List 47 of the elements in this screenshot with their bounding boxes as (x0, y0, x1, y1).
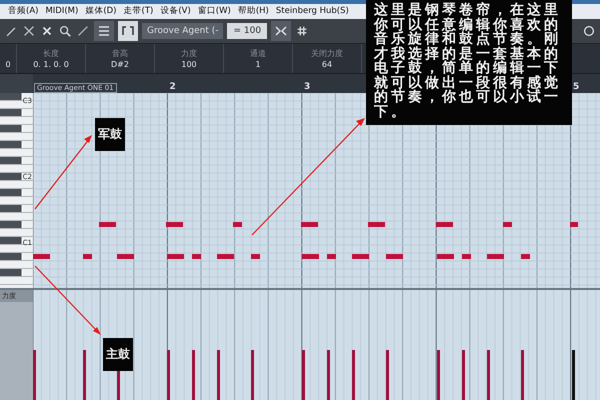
piano-key[interactable] (0, 205, 33, 213)
info-value[interactable]: 1 (255, 60, 261, 69)
info-value[interactable]: 0 (5, 60, 11, 69)
menu-item[interactable]: 窗口(W) (198, 5, 231, 18)
bar-number: 3 (304, 82, 310, 92)
piano-key[interactable] (0, 173, 33, 181)
line-icon[interactable] (76, 24, 90, 38)
info-label: 关闭力度 (311, 48, 343, 58)
piano-key[interactable] (0, 125, 33, 133)
info-value[interactable]: 64 (322, 60, 332, 69)
menu-item[interactable]: 音频(A) (8, 5, 38, 18)
velocity-lane[interactable] (33, 290, 600, 400)
info-label: 长度 (43, 48, 59, 58)
arrow (34, 266, 101, 335)
menu-item[interactable]: MIDI(M) (45, 6, 78, 16)
instrument-dropdown[interactable]: Groove Agent (- (142, 23, 224, 40)
menu-item[interactable]: 走带(T) (124, 5, 154, 18)
info-value[interactable]: 100 (181, 60, 197, 69)
bar-number: 5 (573, 82, 580, 92)
piano-key[interactable] (0, 141, 33, 149)
piano-key[interactable] (0, 189, 33, 197)
info-value[interactable]: D#2 (111, 60, 129, 69)
annotation-tooltip: 这里是钢琴卷帘，在这里你可以任意编辑你喜欢的音乐旋律和鼓点节奏。刚才我选择的是一套基本的电子鼓，简单的编辑一下就可以做出一段很有感觉的节奏，你也可以小试一下。 (366, 0, 572, 125)
bar-number: 2 (170, 82, 176, 92)
hash-icon[interactable] (295, 24, 310, 38)
menu-item[interactable]: Steinberg Hub(S) (276, 6, 349, 16)
piano-key[interactable] (0, 157, 33, 165)
info-value[interactable]: 0. 1. 0. 0 (33, 60, 69, 69)
piano-key[interactable] (0, 109, 33, 117)
piano-key[interactable] (0, 253, 33, 261)
tempo-field[interactable]: = 100 (227, 23, 268, 40)
callout-label: 主鼓 (103, 338, 133, 371)
search-icon[interactable] (58, 24, 72, 38)
bracket-icon[interactable] (118, 21, 138, 42)
callout-label: 军鼓 (95, 118, 125, 151)
menu-item[interactable]: 设备(V) (160, 5, 191, 18)
menu-item[interactable]: 媒体(D) (85, 5, 116, 18)
piano-key[interactable] (0, 221, 33, 229)
info-label: 通道 (250, 48, 266, 58)
piano-key[interactable] (0, 237, 33, 245)
piano-key[interactable] (0, 269, 33, 277)
circle-icon[interactable] (582, 24, 596, 38)
arrows-icon[interactable] (271, 21, 292, 42)
info-label: 音高 (112, 48, 128, 58)
menu-item[interactable]: 帮助(H) (238, 5, 269, 18)
info-label: 力度 (181, 48, 197, 58)
midi-notes-drawing[interactable] (33, 222, 578, 259)
